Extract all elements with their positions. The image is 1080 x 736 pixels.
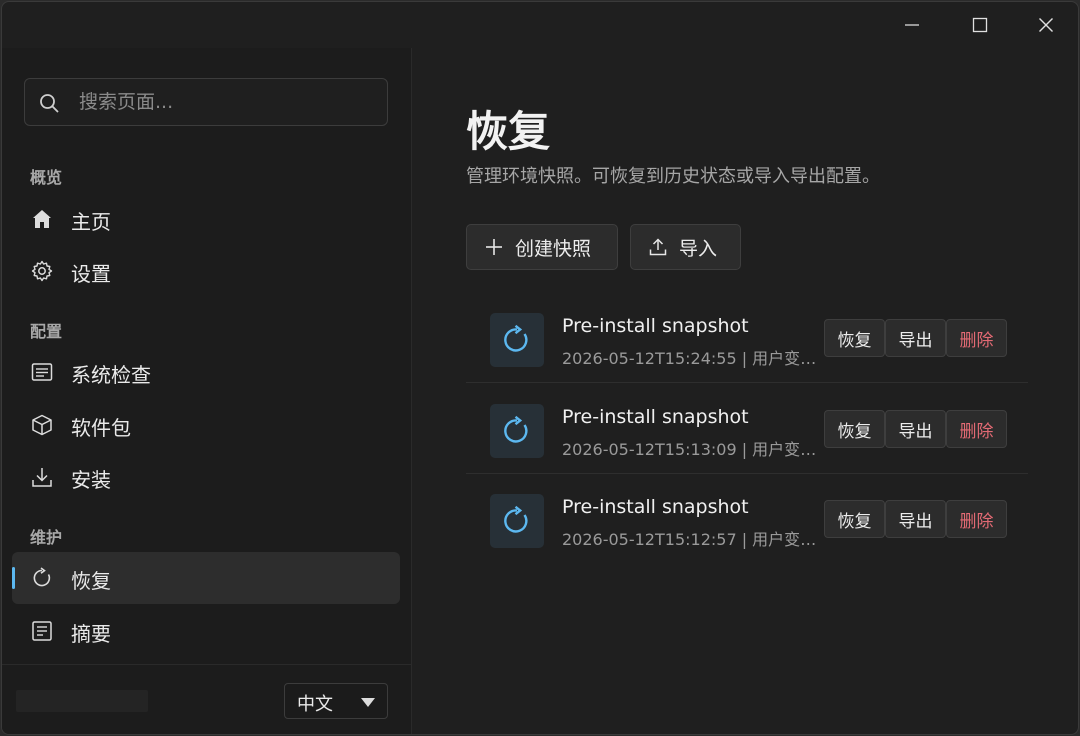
import-label: 导入 — [679, 237, 718, 260]
search-input[interactable] — [77, 79, 377, 125]
active-indicator — [12, 567, 15, 589]
snapshot-name: Pre-install snapshot — [562, 315, 749, 337]
restore-icon — [504, 415, 528, 443]
title-bar — [2, 2, 1078, 48]
snapshot-meta: 2026-05-12T15:24:55 | 用户变量 (已备份) — [562, 349, 824, 368]
snapshot-row: Pre-install snapshot 2026-05-12T15:12:57… — [466, 474, 1028, 564]
language-select[interactable]: 中文 — [284, 683, 388, 719]
cube-icon — [32, 414, 52, 436]
main-content: 恢复 管理环境快照。可恢复到历史状态或导入导出配置。 创建快照 导入 Pre-i… — [413, 48, 1078, 734]
snapshot-icon — [490, 494, 544, 548]
sidebar-item-summary[interactable]: 摘要 — [12, 605, 400, 657]
sidebar: 概览 主页 设置 配置 系统检查 软件包 安装 维护 — [2, 48, 412, 734]
app-window: 概览 主页 设置 配置 系统检查 软件包 安装 维护 — [1, 1, 1079, 735]
search-icon — [40, 94, 59, 113]
snapshot-name: Pre-install snapshot — [562, 406, 749, 428]
restore-icon — [504, 505, 528, 533]
section-title-maintenance: 维护 — [30, 528, 63, 547]
document-icon — [32, 621, 52, 641]
delete-button[interactable]: 删除 — [946, 500, 1007, 538]
snapshot-row: Pre-install snapshot 2026-05-12T15:13:09… — [466, 384, 1028, 474]
snapshot-meta: 2026-05-12T15:13:09 | 用户变量 (已备份) — [562, 440, 824, 459]
plus-icon — [486, 239, 502, 255]
restore-button[interactable]: 恢复 — [824, 410, 885, 448]
sidebar-item-label: 恢复 — [71, 569, 111, 593]
version-placeholder — [16, 690, 148, 712]
language-select-value: 中文 — [297, 694, 333, 715]
sidebar-item-install[interactable]: 安装 — [12, 451, 400, 503]
page-title: 恢复 — [466, 107, 551, 156]
export-button[interactable]: 导出 — [885, 500, 946, 538]
create-snapshot-label: 创建快照 — [515, 237, 592, 260]
sidebar-item-label: 摘要 — [71, 622, 111, 646]
search-box[interactable] — [24, 78, 388, 126]
delete-button[interactable]: 删除 — [946, 319, 1007, 357]
list-icon — [31, 363, 53, 381]
restore-button[interactable]: 恢复 — [824, 500, 885, 538]
gear-icon — [31, 260, 53, 282]
snapshot-icon — [490, 313, 544, 367]
sidebar-item-system-check[interactable]: 系统检查 — [12, 346, 400, 398]
snapshot-meta: 2026-05-12T15:12:57 | 用户变量 (已备份) — [562, 530, 824, 549]
snapshot-name: Pre-install snapshot — [562, 496, 749, 518]
caret-down-icon — [361, 698, 375, 707]
sidebar-item-settings[interactable]: 设置 — [12, 245, 400, 297]
home-icon — [33, 210, 51, 228]
close-icon — [1039, 18, 1053, 32]
sidebar-item-label: 主页 — [71, 210, 111, 234]
snapshot-icon — [490, 404, 544, 458]
maximize-button[interactable] — [948, 2, 1012, 48]
create-snapshot-button[interactable]: 创建快照 — [466, 224, 618, 270]
upload-icon — [649, 238, 667, 256]
restore-icon — [33, 567, 51, 587]
sidebar-item-label: 软件包 — [71, 416, 131, 440]
sidebar-item-label: 设置 — [71, 262, 111, 286]
sidebar-item-restore[interactable]: 恢复 — [12, 552, 400, 604]
section-title-config: 配置 — [30, 322, 63, 341]
sidebar-item-packages[interactable]: 软件包 — [12, 399, 400, 451]
import-button[interactable]: 导入 — [630, 224, 741, 270]
minimize-icon — [905, 24, 919, 26]
restore-icon — [504, 324, 528, 352]
restore-button[interactable]: 恢复 — [824, 319, 885, 357]
close-button[interactable] — [1014, 2, 1078, 48]
minimize-button[interactable] — [880, 2, 944, 48]
sidebar-footer: 中文 — [2, 664, 412, 734]
delete-button[interactable]: 删除 — [946, 410, 1007, 448]
sidebar-item-label: 安装 — [71, 468, 111, 492]
export-button[interactable]: 导出 — [885, 410, 946, 448]
sidebar-item-label: 系统检查 — [71, 363, 151, 387]
export-button[interactable]: 导出 — [885, 319, 946, 357]
snapshot-row: Pre-install snapshot 2026-05-12T15:24:55… — [466, 293, 1028, 383]
maximize-icon — [972, 17, 988, 33]
download-icon — [32, 468, 52, 487]
sidebar-item-home[interactable]: 主页 — [12, 193, 400, 245]
page-subtitle: 管理环境快照。可恢复到历史状态或导入导出配置。 — [466, 166, 880, 187]
section-title-overview: 概览 — [30, 168, 63, 187]
